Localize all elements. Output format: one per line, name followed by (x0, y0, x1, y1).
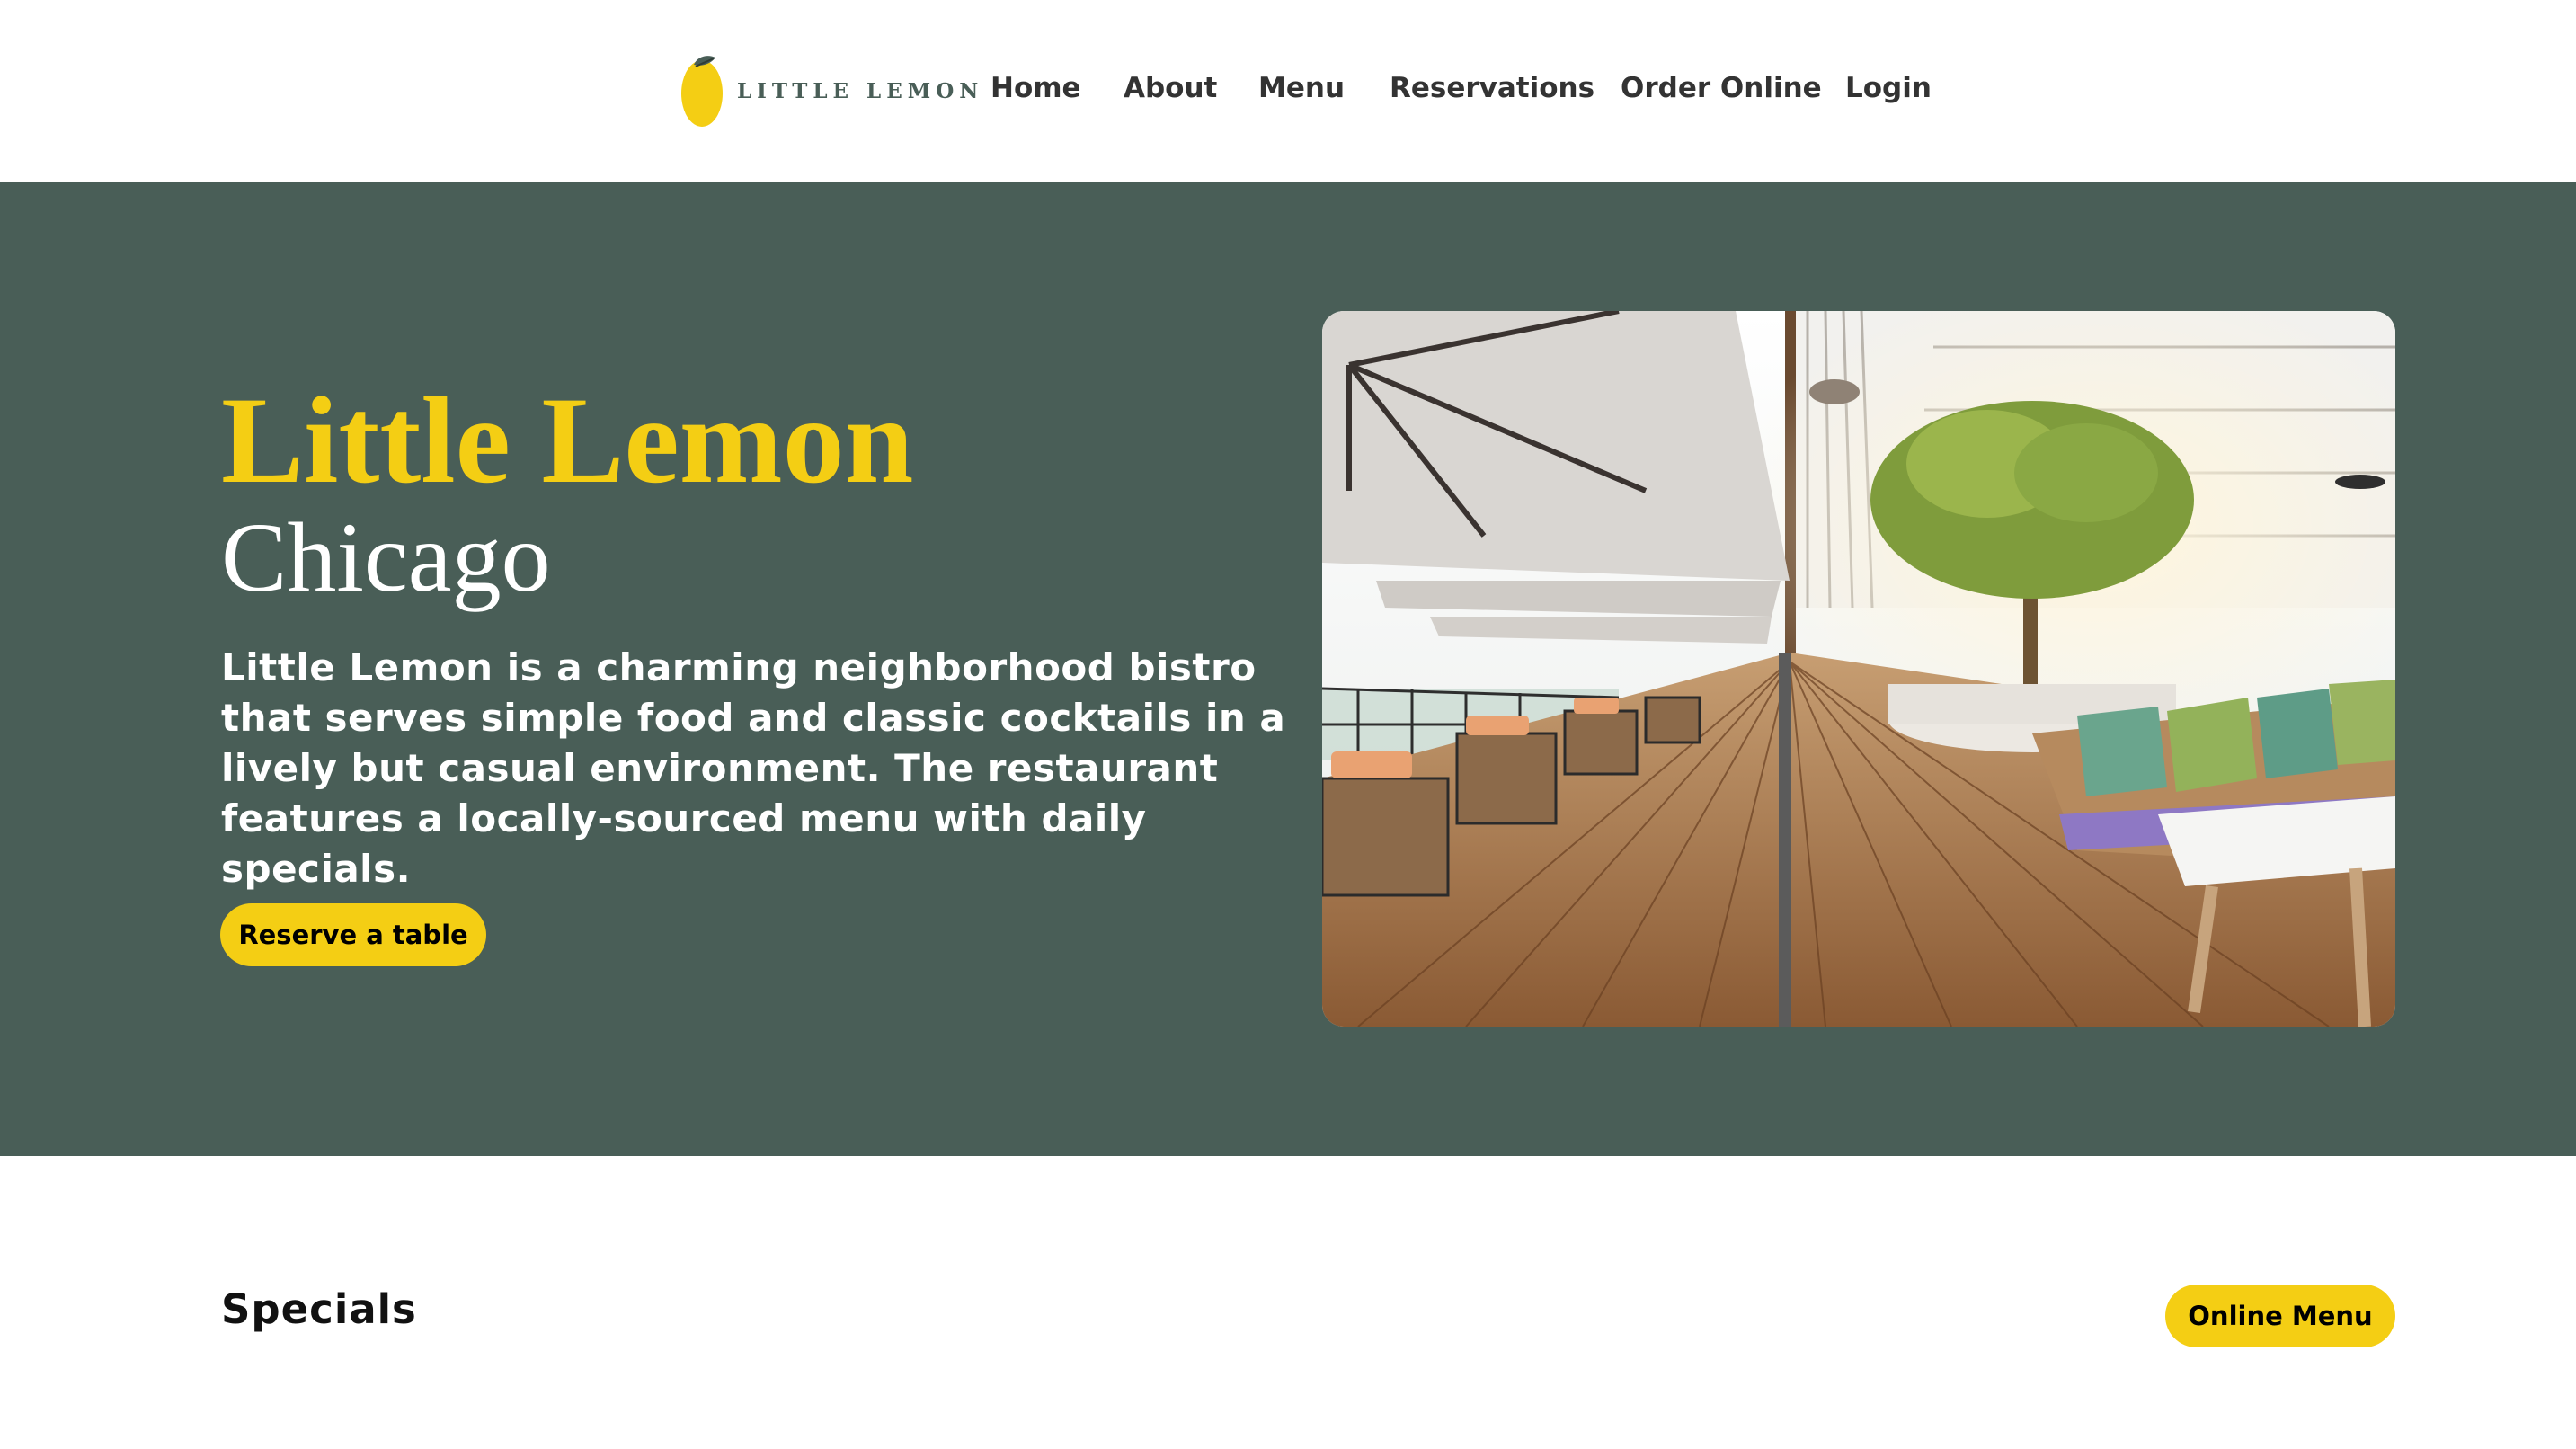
hero-title: Little Lemon (221, 371, 914, 509)
nav-home[interactable]: Home (990, 72, 1081, 104)
nav-about[interactable]: About (1124, 72, 1217, 104)
nav-reservations[interactable]: Reservations (1390, 72, 1594, 104)
hero-description: Little Lemon is a charming neighborhood … (221, 645, 1286, 891)
online-menu-button[interactable]: Online Menu (2165, 1285, 2395, 1347)
nav-order-online[interactable]: Order Online (1621, 72, 1822, 104)
specials-title: Specials (221, 1285, 417, 1333)
site-header: LITTLE LEMON Home About Menu Reservation… (0, 0, 2576, 182)
reserve-table-button[interactable]: Reserve a table (220, 903, 486, 966)
hero-image (1322, 311, 2395, 1027)
nav-menu[interactable]: Menu (1258, 72, 1345, 104)
logo-text: LITTLE LEMON (737, 79, 984, 103)
logo[interactable]: LITTLE LEMON (676, 52, 978, 129)
nav-login[interactable]: Login (1845, 72, 1932, 104)
hero-subtitle: Chicago (221, 502, 551, 612)
lemon-icon (681, 56, 723, 127)
